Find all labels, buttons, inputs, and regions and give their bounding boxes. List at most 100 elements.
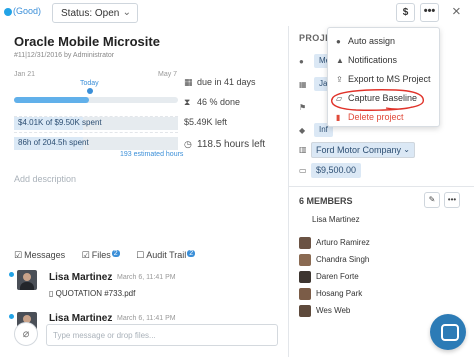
project-main: Oracle Mobile Microsite #11|12/31/2016 b… (0, 26, 289, 357)
avatar (299, 288, 311, 300)
menu-label: Delete project (348, 112, 404, 122)
estimated-hours: 193 estimated hours (120, 151, 184, 158)
timeline-today-label: Today (80, 80, 99, 87)
message-composer: ⌀ (10, 322, 278, 348)
status-dropdown[interactable]: Status: Open ⌄ (52, 3, 138, 23)
member-item[interactable]: Hosang Park (299, 288, 362, 300)
flag-icon: ⚑ (299, 103, 307, 112)
chevron-down-icon: ⌄ (403, 145, 410, 154)
tab-messages[interactable]: ☑ Messages (14, 250, 65, 261)
user-icon: ● (336, 37, 341, 46)
menu-item-export[interactable]: ⇪ Export to MS Project (328, 71, 441, 89)
menu-label: Export to MS Project (348, 74, 431, 84)
company-label: Ford Motor Company (316, 145, 402, 155)
budget-value[interactable]: $9,500.00 (311, 163, 362, 178)
timeline-progress (14, 97, 90, 103)
hours-left-text: 118.5 hours left (197, 139, 266, 150)
more-options-menu: ● Auto assign ▲ Notifications ⇪ Export to M… (327, 27, 440, 127)
tab-files[interactable]: ☑ Files 2 (82, 250, 120, 261)
member-item[interactable]: Wes Web (299, 305, 350, 317)
timeline-track (14, 97, 178, 103)
hours-bar: 86h of 204.5h spent (14, 137, 178, 150)
bell-icon: ▲ (336, 56, 344, 65)
checkbox-icon: ☐ (136, 250, 145, 260)
tag-icon: ◆ (299, 126, 306, 135)
member-item[interactable]: Lisa Martinez (299, 214, 360, 226)
project-meta: #11|12/31/2016 by Administrator (14, 52, 115, 59)
member-name: Chandra Singh (316, 255, 370, 265)
avatar (299, 271, 311, 283)
unread-dot (9, 272, 14, 277)
avatar (299, 237, 311, 249)
tab-files-label: Files (91, 250, 111, 260)
today-marker (87, 88, 93, 94)
done-text: 46 % done (197, 97, 241, 107)
health-label: (Good) (13, 6, 42, 16)
close-icon[interactable]: × (452, 3, 461, 20)
done-stat: ⧗ 46 % done (184, 97, 240, 108)
paperclip-icon[interactable]: ⌀ (14, 322, 38, 346)
comment-date: March 6, 11:41 PM (117, 315, 176, 322)
comment-attachment[interactable]: ▯ QUOTATION #733.pdf (49, 289, 135, 298)
health-dot (4, 8, 12, 16)
budget-bar-label: $4.01K of $9.50K spent (18, 118, 102, 127)
upload-icon: ⇪ (336, 75, 343, 84)
description-placeholder[interactable]: Add description (14, 174, 76, 184)
message-input[interactable] (46, 324, 278, 346)
avatar (299, 254, 311, 266)
file-icon: ▯ (49, 289, 56, 298)
hourglass-icon: ⧗ (184, 97, 191, 107)
avatar (17, 270, 37, 290)
due-stat: ▦ due in 41 days (184, 77, 256, 88)
menu-item-notifications[interactable]: ▲ Notifications (328, 52, 441, 70)
more-members-button[interactable]: ••• (444, 192, 460, 208)
files-count-badge: 2 (111, 250, 120, 257)
building-icon: ▥ (299, 145, 307, 154)
menu-label: Notifications (348, 55, 398, 65)
member-name: Lisa Martinez (312, 215, 360, 225)
user-icon: ● (299, 57, 304, 66)
comment-date: March 6, 11:41 PM (117, 274, 176, 281)
comment-author: Lisa Martinez (49, 272, 113, 283)
divider (289, 186, 474, 187)
avatar (299, 214, 307, 226)
money-icon: ▭ (299, 166, 307, 175)
hours-left-stat: ◷ 118.5 hours left (184, 139, 265, 150)
members-header: 6 MEMBERS (299, 196, 353, 206)
money-left-stat: $5.49K left (184, 117, 228, 127)
member-name: Wes Web (316, 306, 351, 316)
top-bar: (Good) Status: Open ⌄ $ ••• × (0, 0, 474, 26)
chat-icon[interactable] (430, 314, 466, 350)
menu-label: Auto assign (348, 36, 396, 46)
due-text: due in 41 days (197, 77, 256, 87)
chevron-down-icon: ⌄ (122, 7, 131, 18)
tab-audit-label: Audit Trail (146, 250, 187, 260)
clock-icon: ◷ (184, 139, 192, 149)
member-item[interactable]: Chandra Singh (299, 254, 369, 266)
unread-dot (9, 314, 14, 319)
highlight-circle (331, 89, 425, 111)
project-panel: (Good) Status: Open ⌄ $ ••• × Oracle Mob… (0, 0, 474, 357)
member-item[interactable]: Arturo Ramirez (299, 237, 370, 249)
trash-icon: ▮ (336, 113, 341, 122)
budget-bar: $4.01K of $9.50K spent (14, 117, 178, 130)
company-dropdown[interactable]: Ford Motor Company ⌄ (311, 142, 415, 158)
menu-item-auto-assign[interactable]: ● Auto assign (328, 33, 441, 51)
member-item[interactable]: Daren Forte (299, 271, 359, 283)
activity-tabs: ☑ Messages ☑ Files 2 ☐ Audit Trail 2 (14, 250, 209, 261)
checkbox-icon: ☑ (81, 250, 90, 260)
hours-bar-label: 86h of 204.5h spent (18, 138, 89, 147)
checkbox-icon: ☑ (14, 250, 23, 260)
timeline-end: May 7 (158, 71, 178, 78)
member-name: Hosang Park (316, 289, 363, 299)
edit-members-button[interactable]: ✎ (424, 192, 440, 208)
timeline-start: Jan 21 (14, 71, 36, 78)
avatar (299, 305, 311, 317)
attachment-name: QUOTATION #733.pdf (55, 289, 136, 298)
tab-messages-label: Messages (24, 250, 66, 260)
more-options-button[interactable]: ••• (420, 3, 439, 22)
tab-audit-trail[interactable]: ☐ Audit Trail 2 (136, 250, 196, 261)
project-title[interactable]: Oracle Mobile Microsite (14, 34, 160, 49)
budget-button[interactable]: $ (396, 3, 415, 22)
audit-count-badge: 2 (187, 250, 196, 257)
